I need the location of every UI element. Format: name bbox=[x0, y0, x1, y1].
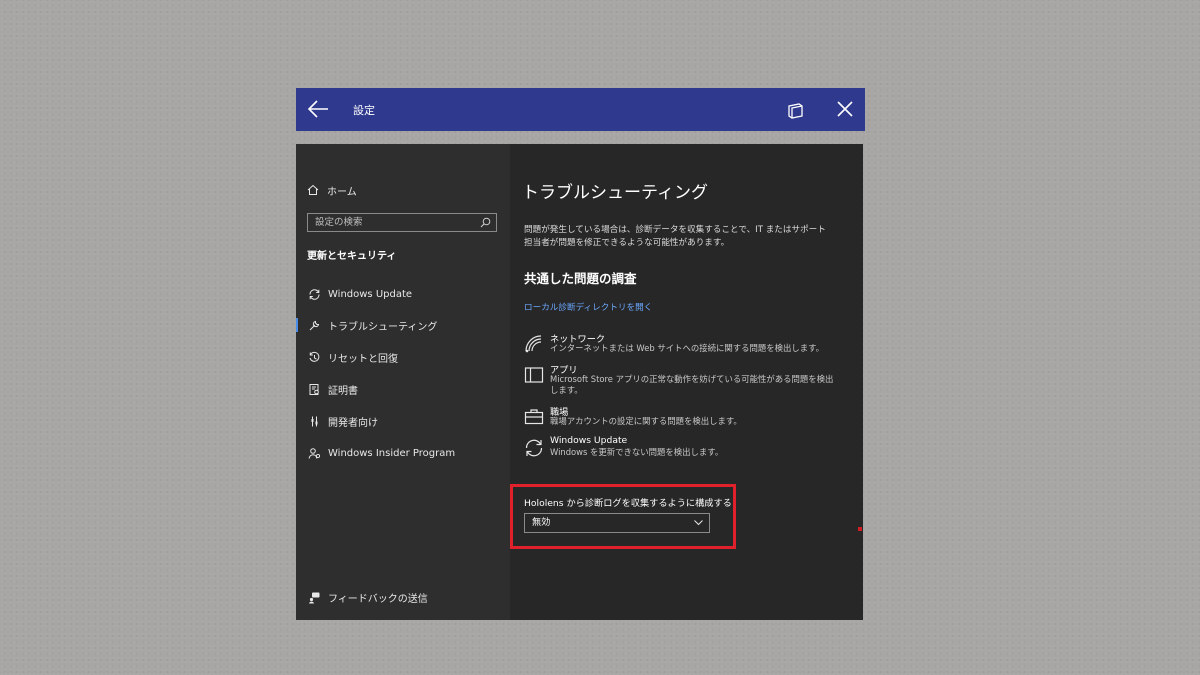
troubleshooter-windows-update[interactable]: Windows Update Windows を更新できない問題を検出します。 bbox=[524, 435, 854, 465]
certificate-icon bbox=[309, 383, 319, 395]
open-diagnostic-directory-link[interactable]: ローカル診断ディレクトリを開く bbox=[524, 301, 652, 313]
sidebar-home-label: ホーム bbox=[327, 186, 357, 198]
search-input[interactable]: 設定の検索 bbox=[307, 213, 497, 232]
sidebar: ホーム 設定の検索 更新とセキュリティ Windows Update トラブルシ… bbox=[296, 144, 510, 620]
page-description: 問題が発生している場合は、診断データを収集することで、IT またはサポート担当者… bbox=[524, 225, 826, 248]
diagnostic-log-dropdown[interactable]: 無効 bbox=[524, 513, 710, 533]
troubleshooter-name: Windows Update bbox=[550, 435, 628, 446]
page-title: トラブルシューティング bbox=[522, 183, 708, 203]
feedback-link[interactable]: フィードバックの送信 bbox=[307, 588, 428, 606]
red-marker bbox=[858, 527, 862, 531]
diagnostic-log-label: Hololens から診断ログを収集するように構成する bbox=[524, 498, 732, 509]
sidebar-item-label: 証明書 bbox=[328, 385, 358, 397]
sync-icon bbox=[525, 439, 543, 457]
search-placeholder: 設定の検索 bbox=[315, 217, 363, 228]
sidebar-item-certificates[interactable]: 証明書 bbox=[307, 380, 358, 398]
restore-window-icon[interactable] bbox=[786, 100, 806, 120]
active-indicator bbox=[296, 318, 298, 332]
troubleshooter-apps[interactable]: アプリ Microsoft Store アプリの正常な動作を妨げている可能性があ… bbox=[524, 362, 854, 402]
sidebar-item-reset-recovery[interactable]: リセットと回復 bbox=[307, 348, 398, 366]
troubleshooter-desc: インターネットまたは Web サイトへの接続に関する問題を検出します。 bbox=[550, 343, 824, 353]
insider-icon bbox=[308, 447, 320, 459]
back-arrow-icon[interactable] bbox=[306, 96, 330, 122]
section-heading: 共通した問題の調査 bbox=[524, 271, 637, 286]
sidebar-item-insider-program[interactable]: Windows Insider Program bbox=[307, 444, 455, 462]
troubleshooter-network[interactable]: ネットワーク インターネットまたは Web サイトへの接続に関する問題を検出しま… bbox=[524, 331, 854, 361]
sidebar-item-label: Windows Update bbox=[328, 288, 413, 300]
chevron-down-icon bbox=[694, 520, 703, 526]
title-bar: 設定 bbox=[296, 88, 865, 131]
history-icon bbox=[309, 351, 319, 362]
sync-icon bbox=[309, 288, 319, 300]
wrench-icon bbox=[309, 320, 319, 330]
sidebar-item-home[interactable]: ホーム bbox=[307, 182, 357, 198]
troubleshooter-workplace[interactable]: 職場 職場アカウントの設定に関する問題を検出します。 bbox=[524, 404, 854, 434]
main-content: トラブルシューティング 問題が発生している場合は、診断データを収集することで、I… bbox=[510, 144, 863, 620]
sidebar-section-title: 更新とセキュリティ bbox=[307, 251, 397, 262]
dropdown-selected-value: 無効 bbox=[532, 517, 551, 528]
developer-icon bbox=[311, 416, 317, 426]
app-window-icon bbox=[524, 367, 544, 383]
sidebar-item-label: トラブルシューティング bbox=[328, 321, 438, 333]
troubleshooter-desc: Microsoft Store アプリの正常な動作を妨げている可能性がある問題を… bbox=[550, 374, 834, 395]
troubleshooter-desc: Windows を更新できない問題を検出します。 bbox=[550, 447, 724, 457]
troubleshooter-desc: 職場アカウントの設定に関する問題を検出します。 bbox=[550, 416, 742, 426]
sidebar-item-label: リセットと回復 bbox=[328, 353, 398, 365]
briefcase-icon bbox=[524, 409, 544, 425]
search-icon[interactable] bbox=[480, 217, 491, 228]
close-icon[interactable] bbox=[835, 99, 855, 119]
feedback-icon bbox=[308, 592, 319, 603]
sidebar-item-windows-update[interactable]: Windows Update bbox=[307, 285, 412, 303]
sidebar-item-label: Windows Insider Program bbox=[328, 447, 456, 459]
wifi-icon bbox=[525, 335, 542, 353]
feedback-label: フィードバックの送信 bbox=[328, 593, 428, 605]
sidebar-item-troubleshooting[interactable]: トラブルシューティング bbox=[307, 316, 437, 334]
window-title: 設定 bbox=[353, 104, 375, 117]
sidebar-item-developers[interactable]: 開発者向け bbox=[307, 412, 378, 430]
settings-window: ホーム 設定の検索 更新とセキュリティ Windows Update トラブルシ… bbox=[296, 144, 863, 620]
sidebar-item-label: 開発者向け bbox=[328, 417, 378, 429]
home-icon bbox=[307, 184, 319, 195]
